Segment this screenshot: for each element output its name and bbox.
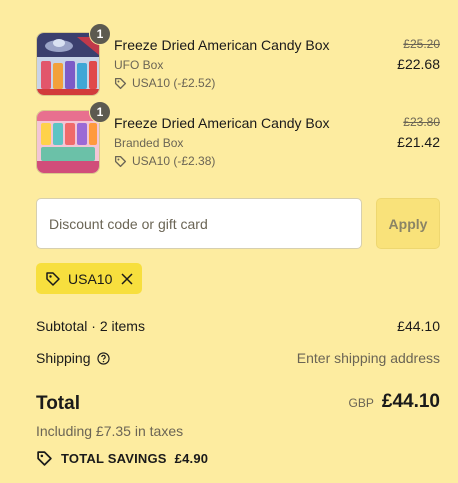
item-discount-text: USA10 (-£2.38) [132,154,216,168]
item-price: £21.42 [397,134,440,150]
shipping-row: Shipping Enter shipping address [36,350,440,366]
subtotal-value: £44.10 [397,318,440,334]
help-icon[interactable] [96,351,110,365]
quantity-badge: 1 [89,101,111,123]
subtotal-row: Subtotal · 2 items £44.10 [36,318,440,334]
subtotal-label: Subtotal · 2 items [36,318,145,334]
tag-icon [114,155,127,167]
shipping-label: Shipping [36,350,91,366]
product-variant: Branded Box [114,136,184,150]
product-thumbnail-ufo-box: 1 [36,23,111,96]
savings-value: £4.90 [174,451,209,466]
total-amount: £44.10 [381,391,440,412]
original-price: £25.20 [403,37,440,51]
line-item: 1 Freeze Dried American Candy Box Brande… [36,101,440,174]
product-variant: UFO Box [114,58,164,72]
savings-label: TOTAL SAVINGS [61,451,167,466]
product-title: Freeze Dried American Candy Box [114,37,330,53]
quantity-badge: 1 [89,23,111,45]
total-amount-group: GBP £44.10 [349,391,440,413]
taxes-note: Including £7.35 in taxes [36,423,184,439]
item-price: £22.68 [397,56,440,72]
item-discount: USA10 (-£2.38) [114,154,215,168]
close-icon [121,272,133,285]
tag-icon [114,77,127,89]
product-title: Freeze Dried American Candy Box [114,115,330,131]
item-discount-text: USA10 (-£2.52) [132,76,216,90]
currency-code: GBP [348,396,374,410]
tag-icon [37,451,52,466]
item-discount: USA10 (-£2.52) [114,76,215,90]
savings-row: TOTAL SAVINGS £4.90 [36,450,440,467]
applied-code-text: USA10 [68,270,113,287]
line-item: 1 Freeze Dried American Candy Box UFO Bo… [36,23,440,96]
total-label: Total [36,393,80,414]
remove-discount-button[interactable] [121,272,133,285]
tag-icon [46,271,60,286]
apply-button[interactable]: Apply [376,198,440,249]
product-thumbnail-branded-box: 1 [36,101,111,174]
original-price: £23.80 [403,115,440,129]
total-row: Total GBP £44.10 [36,391,440,415]
total-savings: TOTAL SAVINGS £4.90 [36,450,440,467]
taxes-row: Including £7.35 in taxes [36,423,440,439]
shipping-value: Enter shipping address [296,350,440,366]
applied-discount-chip: USA10 [36,263,142,294]
discount-code-input[interactable] [36,198,362,249]
